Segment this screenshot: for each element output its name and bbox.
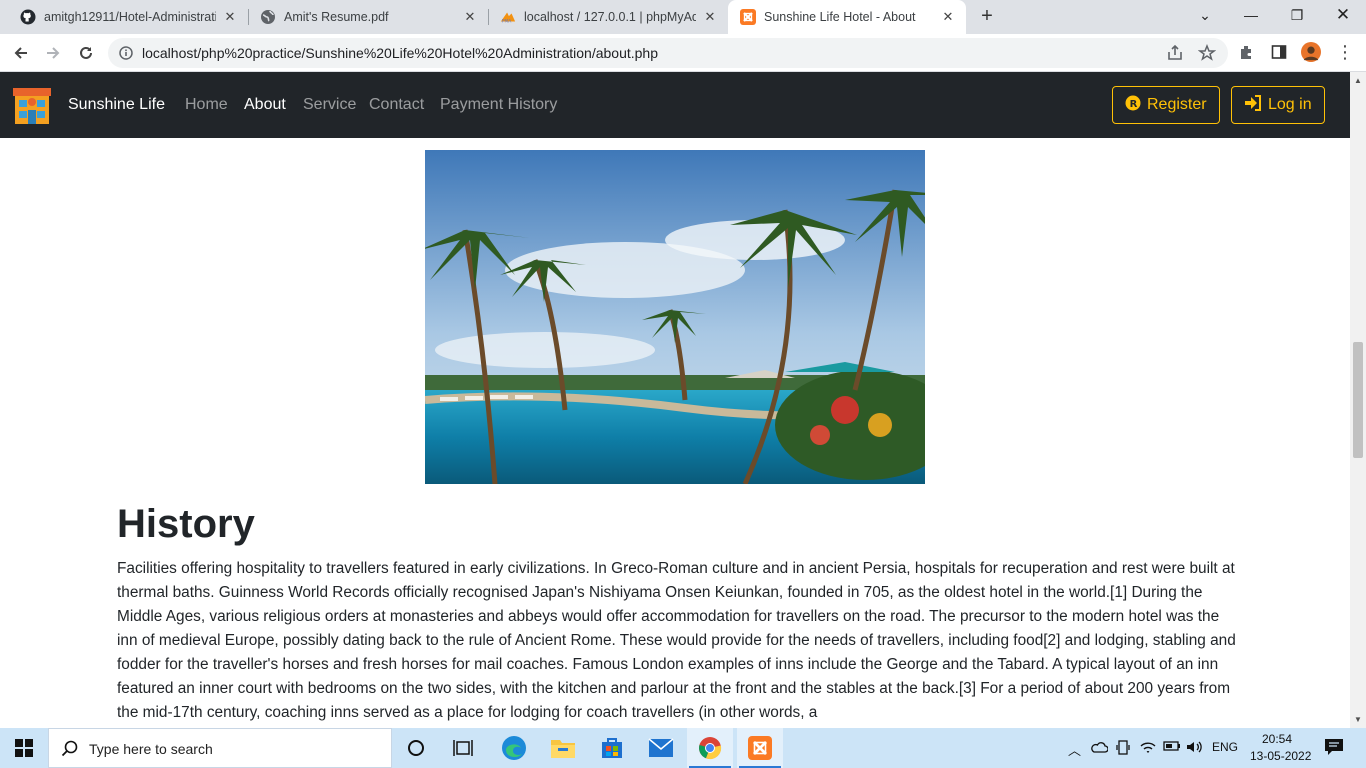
- scroll-thumb[interactable]: [1353, 342, 1363, 458]
- scroll-down-icon[interactable]: ▼: [1354, 715, 1362, 724]
- minimize-icon[interactable]: —: [1228, 0, 1274, 30]
- tab-resume[interactable]: Amit's Resume.pdf ✕: [248, 0, 488, 34]
- extensions-icon[interactable]: [1237, 42, 1257, 62]
- reload-icon[interactable]: [74, 41, 98, 65]
- close-icon[interactable]: ✕: [702, 9, 718, 25]
- file-explorer-icon[interactable]: [549, 734, 577, 762]
- tab-title: amitgh12911/Hotel-Administratio: [44, 10, 216, 24]
- windows-taskbar: Type here to search ︿ ENG 20:54 13-05-20…: [0, 728, 1366, 768]
- hotel-logo-icon[interactable]: [12, 84, 52, 126]
- close-icon[interactable]: ✕: [462, 9, 478, 25]
- site-navbar: Sunshine Life Home About Service Contact…: [0, 72, 1350, 138]
- tab-title: localhost / 127.0.0.1 | phpMyAdm: [524, 10, 696, 24]
- tab-sunshine-about[interactable]: Sunshine Life Hotel - About ✕: [728, 0, 966, 34]
- login-label: Log in: [1268, 96, 1312, 113]
- brand-name[interactable]: Sunshine Life: [68, 96, 165, 114]
- xampp-icon[interactable]: [746, 734, 774, 762]
- volume-icon[interactable]: [1186, 740, 1204, 757]
- share-icon[interactable]: [1166, 44, 1184, 62]
- hotel-pool-image: [425, 150, 925, 484]
- mail-icon[interactable]: [647, 734, 675, 762]
- search-placeholder: Type here to search: [89, 741, 213, 757]
- nav-link-service[interactable]: Service: [303, 96, 356, 114]
- clock-date[interactable]: 13-05-2022: [1250, 749, 1311, 763]
- history-heading: History: [117, 502, 255, 546]
- search-icon: [61, 740, 79, 763]
- close-icon[interactable]: ✕: [940, 9, 956, 25]
- clock-time[interactable]: 20:54: [1262, 732, 1292, 746]
- battery-icon[interactable]: [1163, 740, 1181, 755]
- phpmyadmin-icon: PMA: [500, 9, 516, 25]
- url-text: localhost/php%20practice/Sunshine%20Life…: [142, 45, 659, 61]
- address-bar[interactable]: localhost/php%20practice/Sunshine%20Life…: [108, 38, 1228, 68]
- close-window-icon[interactable]: ✕: [1320, 0, 1366, 30]
- forward-icon[interactable]: [41, 41, 65, 65]
- notifications-icon[interactable]: [1324, 738, 1344, 759]
- page-scrollbar[interactable]: ▲ ▼: [1350, 72, 1366, 728]
- chrome-icon[interactable]: [696, 734, 724, 762]
- tab-phpmyadmin[interactable]: PMA localhost / 127.0.0.1 | phpMyAdm ✕: [488, 0, 728, 34]
- globe-icon: [260, 9, 276, 25]
- restore-icon[interactable]: ❐: [1274, 0, 1320, 30]
- nav-link-home[interactable]: Home: [185, 96, 228, 114]
- edge-icon[interactable]: [500, 734, 528, 762]
- task-view-icon[interactable]: [449, 734, 477, 762]
- side-panel-icon[interactable]: [1269, 42, 1289, 62]
- register-label: Register: [1147, 96, 1207, 113]
- menu-kebab-icon[interactable]: ⋮: [1335, 42, 1355, 62]
- nav-link-contact[interactable]: Contact: [369, 96, 424, 114]
- tab-strip: amitgh12911/Hotel-Administratio ✕ Amit's…: [0, 0, 1366, 34]
- svg-text:R: R: [1130, 99, 1138, 110]
- svg-text:PMA: PMA: [502, 18, 512, 24]
- tab-github[interactable]: amitgh12911/Hotel-Administratio ✕: [8, 0, 248, 34]
- history-paragraph: Facilities offering hospitality to trave…: [117, 560, 1236, 721]
- wifi-icon[interactable]: [1140, 740, 1156, 757]
- new-tab-button[interactable]: +: [976, 5, 998, 27]
- taskbar-search-box[interactable]: Type here to search: [48, 728, 392, 768]
- nav-link-payment-history[interactable]: Payment History: [440, 96, 557, 114]
- tab-search-chevron-icon[interactable]: ⌄: [1182, 0, 1228, 30]
- github-icon: [20, 9, 36, 25]
- registered-icon: R: [1125, 95, 1141, 116]
- nav-link-about[interactable]: About: [244, 96, 286, 114]
- close-icon[interactable]: ✕: [222, 9, 238, 25]
- tab-title: Amit's Resume.pdf: [284, 10, 389, 24]
- profile-avatar[interactable]: [1301, 42, 1321, 62]
- xampp-icon: [740, 9, 756, 25]
- browser-toolbar: localhost/php%20practice/Sunshine%20Life…: [0, 34, 1366, 72]
- chevron-up-icon[interactable]: ︿: [1068, 740, 1081, 759]
- scroll-up-icon[interactable]: ▲: [1354, 76, 1362, 85]
- register-button[interactable]: R Register: [1112, 86, 1220, 124]
- cortana-icon[interactable]: [402, 734, 430, 762]
- tab-title: Sunshine Life Hotel - About: [764, 10, 916, 24]
- back-icon[interactable]: [9, 41, 33, 65]
- login-button[interactable]: Log in: [1231, 86, 1325, 124]
- language-indicator[interactable]: ENG: [1212, 740, 1238, 754]
- info-icon[interactable]: [119, 46, 133, 65]
- device-icon[interactable]: [1116, 740, 1130, 759]
- bookmark-star-icon[interactable]: [1197, 43, 1217, 62]
- sign-in-icon: [1244, 94, 1262, 116]
- microsoft-store-icon[interactable]: [598, 734, 626, 762]
- onedrive-icon[interactable]: [1090, 740, 1109, 757]
- windows-start-icon[interactable]: [10, 734, 38, 762]
